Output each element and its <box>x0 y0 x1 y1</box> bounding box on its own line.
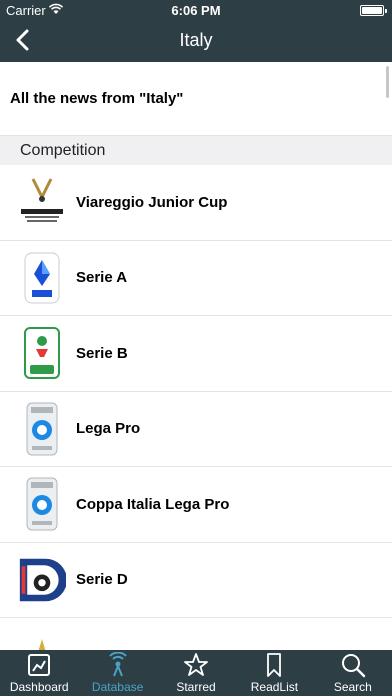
search-icon <box>341 654 366 678</box>
competition-row-serie-d[interactable]: Serie D <box>0 542 392 618</box>
tab-search[interactable]: Search <box>314 650 392 696</box>
serie-a-logo <box>18 250 66 306</box>
competition-label: Serie D <box>76 571 128 589</box>
competition-label: Lega Pro <box>76 420 141 438</box>
star-icon <box>184 653 208 676</box>
competition-label: Viareggio Junior Cup <box>76 193 228 211</box>
battery-icon <box>360 5 387 16</box>
serie-d-logo <box>18 552 66 608</box>
tab-label: Dashboard <box>9 680 69 694</box>
scroll-indicator <box>386 66 389 98</box>
tab-readlist[interactable]: ReadList <box>235 650 313 696</box>
competition-row-partial[interactable] <box>0 618 392 650</box>
tab-dashboard[interactable]: Dashboard <box>0 650 78 696</box>
tab-starred[interactable]: Starred <box>157 650 235 696</box>
competition-row-viareggio[interactable]: Viareggio Junior Cup <box>0 165 392 241</box>
tab-database[interactable]: Database <box>78 650 156 696</box>
content-list[interactable]: All the news from "Italy" Competition Vi… <box>0 62 392 650</box>
tab-bar: Dashboard Database Starred ReadList Sear… <box>0 650 392 696</box>
section-header: Competition <box>0 136 392 165</box>
navigation-bar: Italy <box>0 20 392 62</box>
all-news-label: All the news from "Italy" <box>10 90 184 107</box>
dashboard-icon <box>28 654 51 676</box>
competition-row-coppa-italia-lega-pro[interactable]: Coppa Italia Lega Pro <box>0 467 392 543</box>
competition-label: Serie B <box>76 344 128 362</box>
competition-label: Coppa Italia Lega Pro <box>76 495 230 513</box>
section-title: Competition <box>20 142 106 159</box>
competition-row-lega-pro[interactable]: Lega Pro <box>0 391 392 467</box>
tab-label: Starred <box>176 680 216 694</box>
status-bar: Carrier 6:06 PM <box>0 0 392 20</box>
viareggio-logo <box>18 174 66 230</box>
bookmark-icon <box>267 653 282 677</box>
tab-label: ReadList <box>250 680 299 694</box>
competition-label: Serie A <box>76 269 128 287</box>
competition-row-serie-b[interactable]: Serie B <box>0 316 392 392</box>
partial-logo <box>18 627 66 650</box>
serie-b-logo <box>18 325 66 381</box>
database-icon <box>108 652 127 677</box>
competition-row-serie-a[interactable]: Serie A <box>0 240 392 316</box>
status-time: 6:06 PM <box>171 3 221 18</box>
lega-pro-logo <box>18 401 66 457</box>
all-news-row[interactable]: All the news from "Italy" <box>0 62 392 136</box>
tab-label: Database <box>91 680 144 694</box>
tab-label: Search <box>333 680 372 694</box>
page-title: Italy <box>179 30 213 50</box>
coppa-italia-lega-pro-logo <box>18 476 66 532</box>
